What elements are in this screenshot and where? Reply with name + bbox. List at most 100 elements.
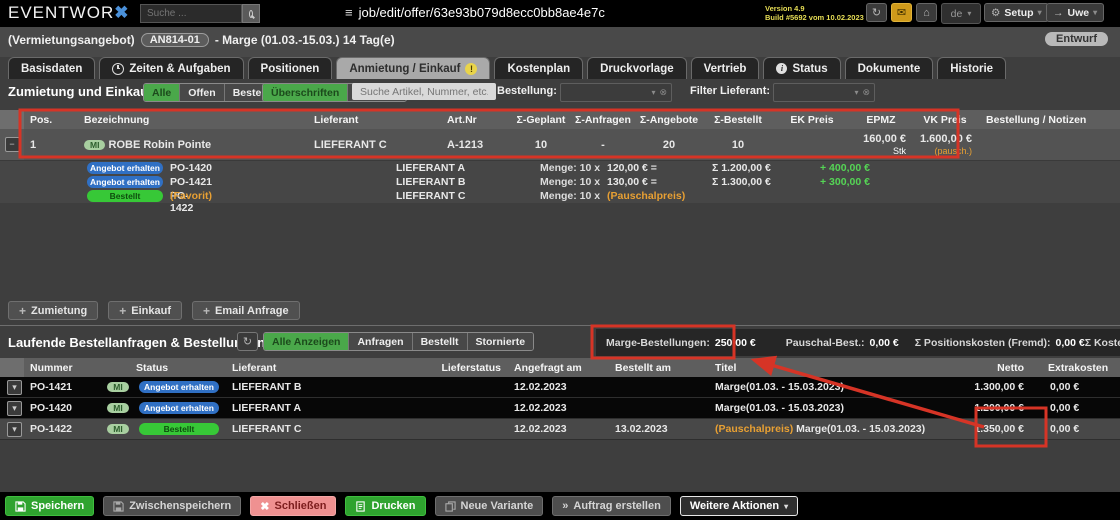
mail-button[interactable]: ✉ bbox=[891, 3, 912, 22]
filter-offen-button[interactable]: Offen bbox=[179, 84, 224, 101]
position-row[interactable]: − 1 MI ROBE Robin Pointe LIEFERANT C A-1… bbox=[0, 129, 1120, 160]
order-title: Marge(01.03. - 15.03.2023) bbox=[715, 402, 844, 414]
offer-row[interactable]: Bestellt PO-1422 (Favorit) LIEFERANT C M… bbox=[0, 190, 1120, 214]
order-number: PO-1421 bbox=[30, 381, 73, 393]
tab-zeiten-aufgaben[interactable]: Zeiten & Aufgaben bbox=[99, 57, 244, 79]
global-search-button[interactable] bbox=[242, 4, 260, 23]
order-number: PO-1422 bbox=[30, 423, 73, 435]
order-requested-date: 12.02.2023 bbox=[514, 423, 567, 435]
col-extrakosten: Extrakosten bbox=[1048, 361, 1109, 374]
offer-row[interactable]: Angebot erhalten PO-1421 LIEFERANT B Men… bbox=[0, 176, 1120, 189]
search-icon bbox=[249, 9, 253, 18]
tab-status[interactable]: i Status bbox=[763, 57, 841, 79]
add-zumietung-button[interactable]: + Zumietung bbox=[8, 301, 99, 320]
warning-badge-icon: ! bbox=[465, 62, 478, 75]
orders-filter-stornierte-button[interactable]: Stornierte bbox=[466, 333, 534, 350]
offer-sum: Σ 1.200,00 € bbox=[712, 162, 771, 174]
offer-qty: Menge: 10 x bbox=[540, 190, 601, 202]
orders-filter-anfragen-button[interactable]: Anfragen bbox=[348, 333, 412, 350]
expand-icon[interactable]: ▾ bbox=[7, 421, 22, 437]
bestellung-select[interactable]: ▾ ⊗ bbox=[560, 83, 672, 102]
order-netto: 1.200,00 € bbox=[974, 402, 1024, 414]
schliessen-button[interactable]: ✖ Schließen bbox=[250, 496, 337, 516]
print-icon bbox=[356, 500, 366, 512]
order-row[interactable]: ▾ PO-1421 MI Angebot erhalten LIEFERANT … bbox=[0, 377, 1120, 398]
zwischenspeichern-button[interactable]: Zwischenspeichern bbox=[103, 496, 242, 516]
order-row[interactable]: ▾ PO-1422 MI Bestellt LIEFERANT C 12.02.… bbox=[0, 419, 1120, 440]
offer-supplier: LIEFERANT C bbox=[396, 190, 466, 202]
col-bestellt: Σ-Bestellt bbox=[714, 113, 762, 126]
global-search-input[interactable] bbox=[140, 4, 242, 23]
clear-icon[interactable]: ⊗ bbox=[659, 87, 667, 98]
total-kostenplan: Σ Kostenplan:1.350,00 € bbox=[1084, 336, 1120, 349]
position-name-cell: MI ROBE Robin Pointe bbox=[78, 139, 308, 151]
document-title: - Marge (01.03.-15.03.) 14 Tag(e) bbox=[214, 33, 395, 47]
orders-filter-group: Alle Anzeigen Anfragen Bestellt Stornier… bbox=[263, 332, 535, 351]
expand-icon[interactable]: ▾ bbox=[7, 379, 22, 395]
tab-bar: Basisdaten Zeiten & Aufgaben Positionen … bbox=[8, 57, 1007, 79]
filter-ueberschriften-button[interactable]: Überschriften bbox=[263, 84, 348, 101]
filter-alle-button[interactable]: Alle bbox=[144, 84, 180, 101]
neue-variante-button[interactable]: Neue Variante bbox=[434, 496, 544, 516]
setup-menu-button[interactable]: ⚙ Setup ▾ bbox=[984, 3, 1049, 22]
order-requested-date: 12.02.2023 bbox=[514, 381, 567, 393]
home-button[interactable]: ⌂ bbox=[916, 3, 937, 22]
offer-qty: Menge: 10 x bbox=[540, 176, 601, 188]
offer-number: PO-1421 bbox=[170, 176, 213, 188]
document-type-label: (Vermietungsangebot) bbox=[8, 33, 135, 47]
collapse-icon[interactable]: − bbox=[4, 137, 20, 152]
weitere-aktionen-button[interactable]: Weitere Aktionen ▾ bbox=[679, 496, 799, 516]
tab-anmietung-einkauf[interactable]: Anmietung / Einkauf! bbox=[336, 57, 491, 79]
logo-x-icon: ✖ bbox=[114, 3, 130, 22]
col-status: Status bbox=[136, 361, 169, 374]
tab-kostenplan[interactable]: Kostenplan bbox=[494, 57, 584, 79]
orders-filter-alle-button[interactable]: Alle Anzeigen bbox=[264, 333, 349, 350]
add-einkauf-button[interactable]: + Einkauf bbox=[108, 301, 182, 320]
mail-icon: ✉ bbox=[896, 7, 907, 19]
expand-icon[interactable]: ▾ bbox=[7, 400, 22, 416]
drucken-button[interactable]: Drucken bbox=[345, 496, 426, 516]
tab-positionen[interactable]: Positionen bbox=[247, 57, 333, 79]
logout-icon: → bbox=[1053, 6, 1064, 19]
col-geplant: Σ-Geplant bbox=[516, 113, 566, 126]
order-supplier: LIEFERANT C bbox=[232, 423, 302, 435]
refresh-icon: ↻ bbox=[242, 336, 253, 348]
topbar: EVENTWOR✖ ≡job/edit/offer/63e93b079d8ecc… bbox=[0, 0, 1120, 27]
language-select[interactable]: de ▾ bbox=[941, 3, 981, 24]
col-lieferant: Lieferant bbox=[232, 361, 277, 374]
offer-row[interactable]: Angebot erhalten PO-1420 LIEFERANT A Men… bbox=[0, 162, 1120, 175]
lieferant-select[interactable]: ▾ ⊗ bbox=[773, 83, 875, 102]
tab-dokumente[interactable]: Dokumente bbox=[844, 57, 934, 79]
epmz-unit: Stk bbox=[892, 145, 906, 156]
tab-basisdaten[interactable]: Basisdaten bbox=[8, 57, 96, 79]
tab-historie[interactable]: Historie bbox=[937, 57, 1007, 79]
order-row[interactable]: ▾ PO-1420 MI Angebot erhalten LIEFERANT … bbox=[0, 398, 1120, 419]
order-status-badge: Angebot erhalten bbox=[139, 402, 219, 414]
article-search-input[interactable] bbox=[352, 83, 496, 100]
offer-margin-diff: + 400,00 € bbox=[820, 162, 870, 174]
col-ek-preis: EK Preis bbox=[790, 113, 834, 126]
user-menu-button[interactable]: → Uwe ▾ bbox=[1046, 3, 1105, 22]
qty-requests: - bbox=[601, 138, 605, 151]
orders-refresh-button[interactable]: ↻ bbox=[237, 332, 258, 351]
orders-filter-bestellt-button[interactable]: Bestellt bbox=[411, 333, 467, 350]
total-pauschal: Pauschal-Best.: 0,00 € bbox=[785, 336, 899, 349]
clear-icon[interactable]: ⊗ bbox=[862, 87, 870, 98]
refresh-button[interactable]: ↻ bbox=[866, 3, 887, 22]
speichern-button[interactable]: Speichern bbox=[5, 496, 95, 516]
mi-badge: MI bbox=[107, 382, 129, 392]
plus-icon: + bbox=[202, 303, 210, 318]
col-lieferant: Lieferant bbox=[314, 113, 359, 126]
tab-druckvorlage[interactable]: Druckvorlage bbox=[587, 57, 687, 79]
mi-badge: MI bbox=[107, 424, 129, 434]
tab-vertrieb[interactable]: Vertrieb bbox=[690, 57, 760, 79]
bestellung-filter-label: Bestellung: bbox=[497, 85, 557, 97]
orders-totals-bar: Marge-Bestellungen: 250,00 € Pauschal-Bes… bbox=[596, 329, 1120, 356]
copy-icon bbox=[444, 500, 456, 512]
chevron-down-icon: ▾ bbox=[784, 501, 789, 511]
email-anfrage-button[interactable]: + Email Anfrage bbox=[191, 301, 300, 320]
add-button-bar: + Zumietung + Einkauf + Email Anfrage bbox=[8, 301, 300, 320]
chevron-down-icon: ▾ bbox=[854, 88, 859, 97]
auftrag-erstellen-button[interactable]: » Auftrag erstellen bbox=[552, 496, 671, 516]
supplier-name: LIEFERANT C bbox=[314, 138, 387, 151]
